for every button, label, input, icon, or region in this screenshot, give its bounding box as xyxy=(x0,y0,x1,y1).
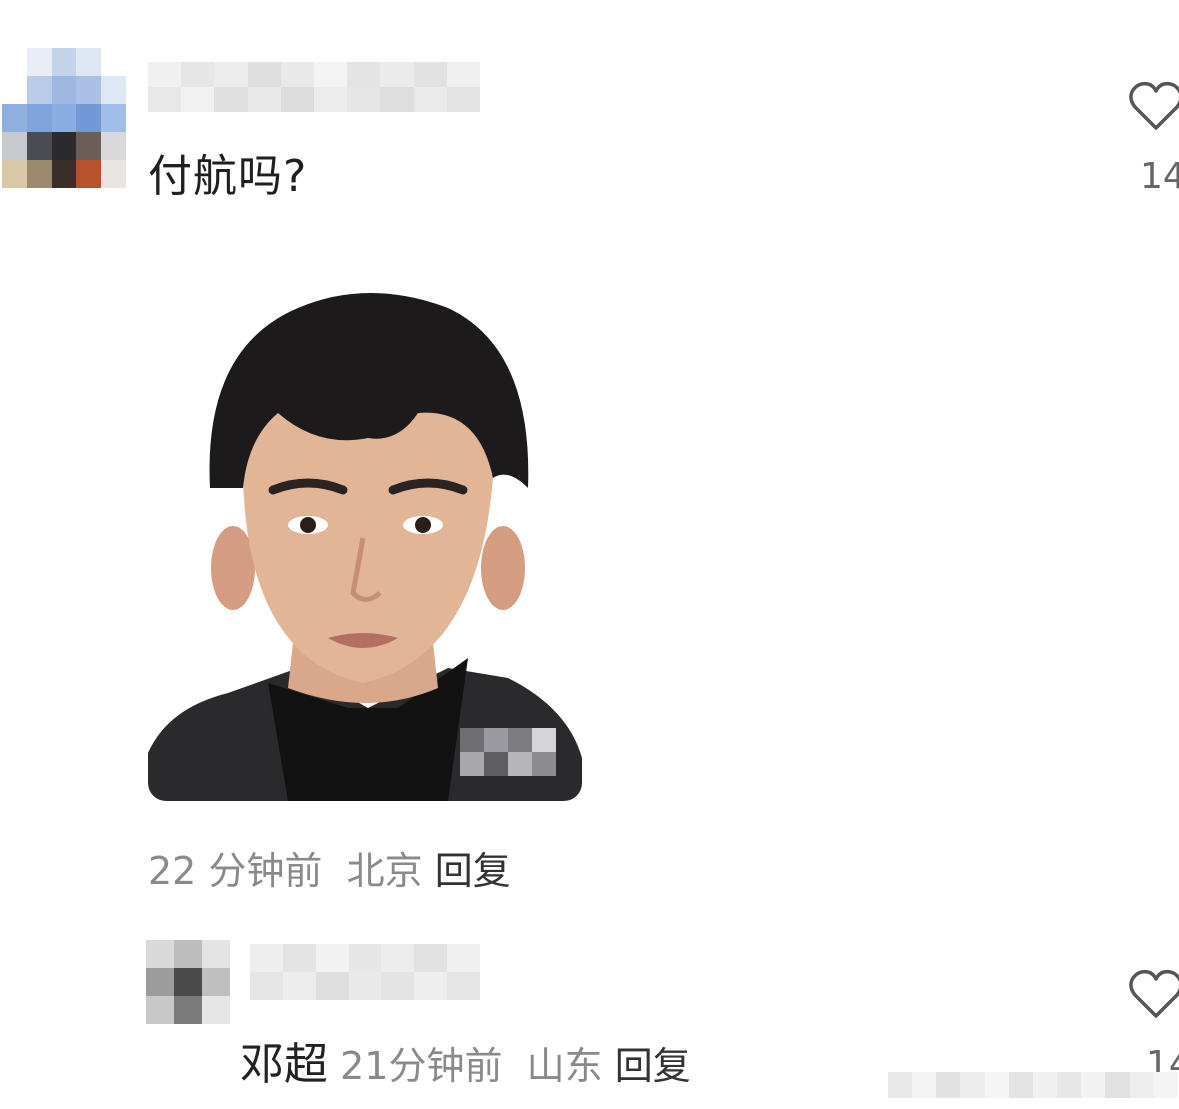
reply-meta: 邓超 21分钟前 山东 回复 xyxy=(240,1028,691,1092)
reply-button[interactable]: 回复 xyxy=(615,1044,691,1088)
reply-button[interactable]: 回复 xyxy=(435,849,511,893)
avatar[interactable] xyxy=(2,48,126,188)
comment-text: 付航吗? xyxy=(148,151,308,202)
blurred-strip xyxy=(888,1072,1178,1098)
comment-location: 山东 xyxy=(526,1044,603,1088)
reply-text: 邓超 xyxy=(240,1039,328,1090)
comment-image[interactable] xyxy=(148,238,582,801)
comment-time: 21分钟前 xyxy=(340,1044,503,1088)
comment-time: 22 分钟前 xyxy=(148,849,323,893)
portrait-image xyxy=(148,238,582,801)
username-blurred[interactable] xyxy=(148,62,480,112)
like-count: 14 xyxy=(1140,156,1179,197)
heart-icon[interactable] xyxy=(1128,78,1179,134)
comment-location: 北京 xyxy=(346,849,423,893)
username-blurred[interactable] xyxy=(250,944,480,1000)
avatar[interactable] xyxy=(146,940,230,1024)
heart-icon[interactable] xyxy=(1128,966,1179,1022)
comment-meta: 22 分钟前 北京 回复 xyxy=(148,840,511,895)
